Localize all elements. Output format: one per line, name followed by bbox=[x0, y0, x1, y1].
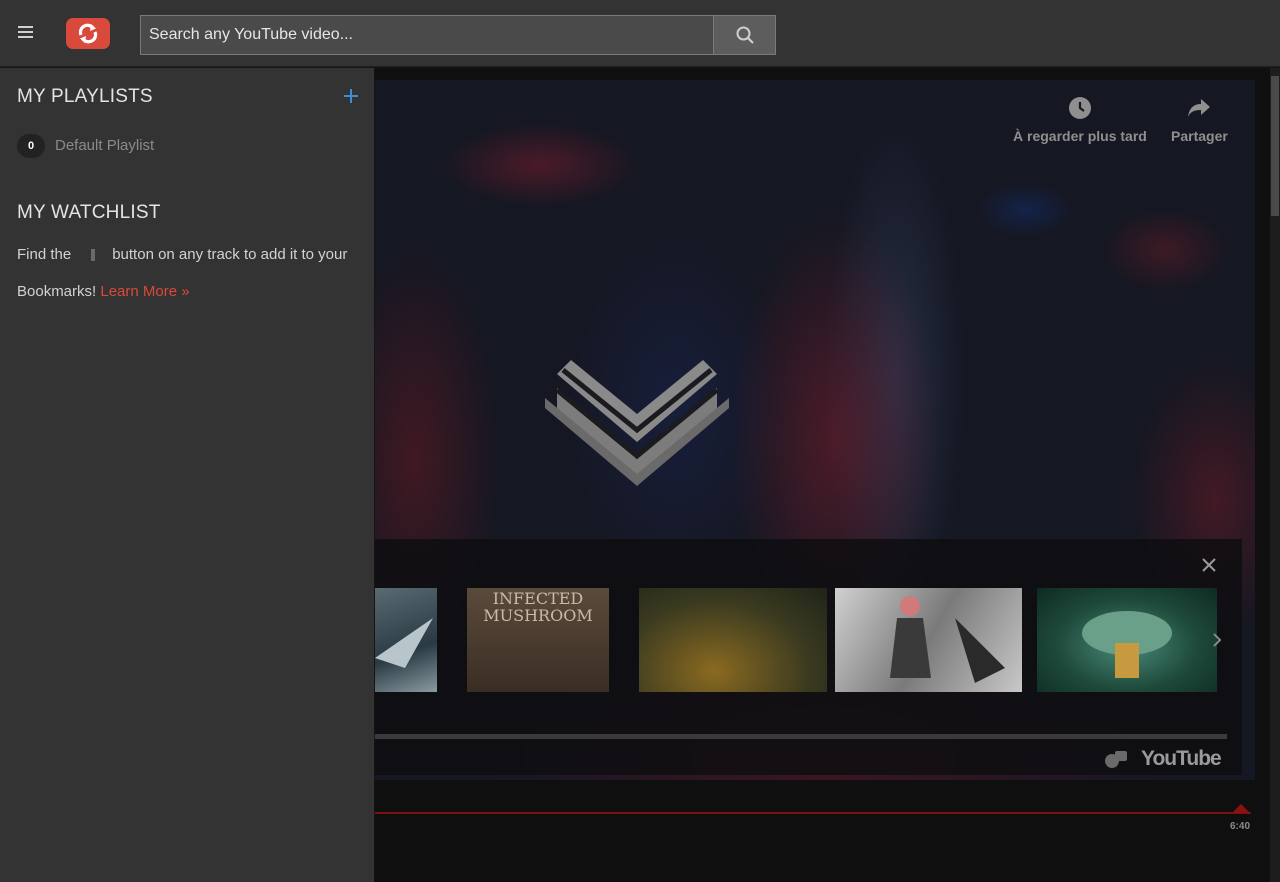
suggested-video-thumbnail[interactable] bbox=[639, 588, 827, 692]
search-input[interactable] bbox=[141, 16, 713, 54]
menu-icon[interactable] bbox=[18, 26, 33, 38]
progress-scrubber-handle[interactable] bbox=[1232, 804, 1250, 813]
playlist-name: Default Playlist bbox=[55, 137, 155, 154]
play-logo-icon[interactable] bbox=[543, 350, 731, 507]
suggestions-panel: INFECTED MUSHROOM YouTube bbox=[375, 539, 1242, 775]
suggestions-scrollbar[interactable] bbox=[375, 734, 1227, 739]
watch-later-button[interactable]: À regarder plus tard bbox=[1013, 96, 1147, 144]
youtube-label: YouTube bbox=[1141, 747, 1222, 770]
share-icon bbox=[1188, 99, 1211, 117]
top-header bbox=[0, 0, 1280, 67]
search-bar bbox=[140, 15, 776, 55]
page-scrollbar[interactable] bbox=[1270, 68, 1280, 882]
playlist-count-badge: 0 bbox=[17, 134, 45, 158]
suggested-video-thumbnail[interactable] bbox=[835, 588, 1022, 692]
watchlist-help-text: Find the button on any track to add it to… bbox=[17, 236, 357, 310]
youtube-logo[interactable]: YouTube bbox=[1105, 747, 1222, 771]
search-button[interactable] bbox=[713, 16, 775, 54]
share-button[interactable]: Partager bbox=[1171, 96, 1228, 144]
sidebar: MY PLAYLISTS 0 Default Playlist MY WATCH… bbox=[0, 68, 374, 882]
search-icon bbox=[736, 26, 754, 44]
close-suggestions-button[interactable] bbox=[1201, 557, 1217, 578]
watch-later-label: À regarder plus tard bbox=[1013, 128, 1147, 144]
chevron-right-icon bbox=[1213, 633, 1222, 647]
app-logo[interactable] bbox=[66, 18, 110, 49]
thumbnail-title: INFECTED MUSHROOM bbox=[483, 589, 593, 625]
progress-bar[interactable] bbox=[375, 812, 1251, 814]
suggested-video-thumbnail[interactable]: INFECTED MUSHROOM bbox=[467, 588, 609, 692]
watchlist-text-before: Find the bbox=[17, 246, 72, 263]
add-playlist-button[interactable] bbox=[342, 87, 360, 105]
video-duration: 6:40 bbox=[1230, 821, 1251, 832]
suggested-video-thumbnail[interactable] bbox=[375, 588, 437, 692]
learn-more-link[interactable]: Learn More » bbox=[100, 283, 189, 300]
bookmark-icon bbox=[91, 249, 96, 261]
watchlist-title: MY WATCHLIST bbox=[17, 202, 161, 223]
next-suggestions-button[interactable] bbox=[1211, 632, 1223, 653]
youtube-mark-icon bbox=[1105, 751, 1127, 768]
clock-icon bbox=[1068, 97, 1091, 119]
warrior-image bbox=[890, 596, 1005, 683]
share-label: Partager bbox=[1171, 128, 1228, 144]
video-player[interactable]: À regarder plus tard Partager INFECTED M… bbox=[375, 68, 1270, 882]
mushroom-image bbox=[1082, 611, 1172, 678]
plus-icon bbox=[344, 89, 358, 103]
suggested-video-thumbnail[interactable] bbox=[1037, 588, 1217, 692]
repeat-icon bbox=[78, 23, 98, 44]
paper-plane-image bbox=[375, 618, 433, 668]
playlists-title: MY PLAYLISTS bbox=[17, 86, 153, 107]
close-icon bbox=[1202, 558, 1216, 572]
scrollbar-thumb[interactable] bbox=[1271, 76, 1279, 216]
